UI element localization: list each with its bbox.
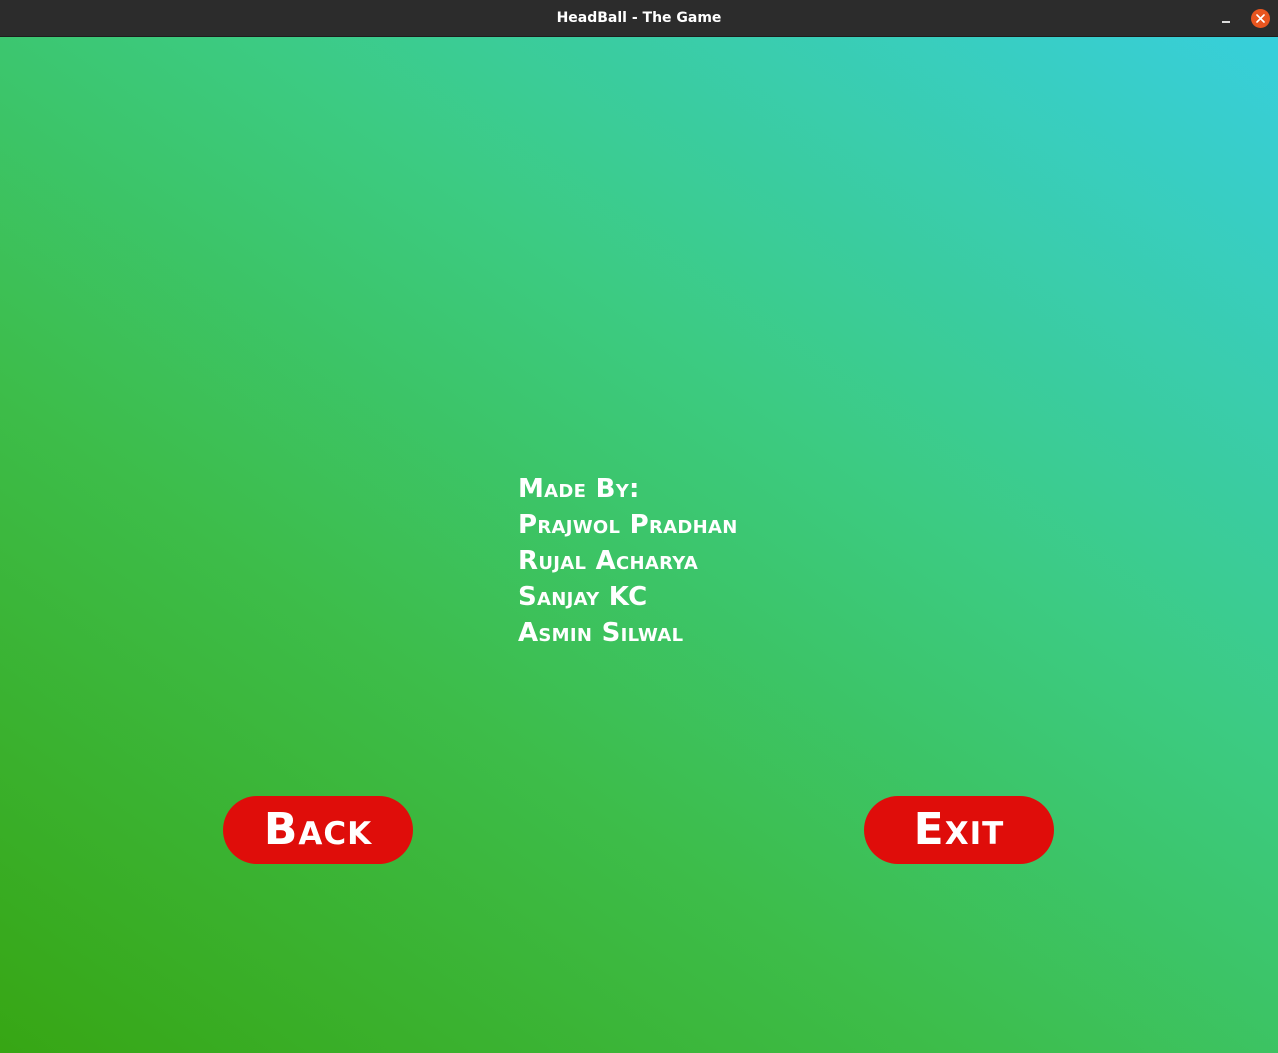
credit-name: Rujal Acharya bbox=[518, 546, 699, 576]
credit-name: Sanjay KC bbox=[518, 582, 648, 612]
credit-name: Prajwol Pradhan bbox=[518, 510, 738, 540]
close-button[interactable] bbox=[1251, 9, 1270, 28]
title-bar[interactable]: HeadBall - The Game bbox=[0, 0, 1278, 37]
minimize-button[interactable] bbox=[1217, 9, 1237, 29]
minimize-icon bbox=[1222, 21, 1230, 23]
credit-name: Asmin Silwal bbox=[518, 618, 684, 648]
close-icon bbox=[1256, 14, 1265, 23]
exit-button[interactable]: Exit bbox=[864, 796, 1054, 864]
credits-heading: Made By: bbox=[518, 474, 640, 504]
credits-screen: Made By: Prajwol Pradhan Rujal Acharya S… bbox=[0, 37, 1278, 1053]
back-button[interactable]: Back bbox=[223, 796, 413, 864]
credits-block: Made By: Prajwol Pradhan Rujal Acharya S… bbox=[518, 471, 738, 651]
window-title: HeadBall - The Game bbox=[556, 10, 722, 26]
game-window: HeadBall - The Game Made By: Prajwol Pra… bbox=[0, 0, 1278, 1053]
